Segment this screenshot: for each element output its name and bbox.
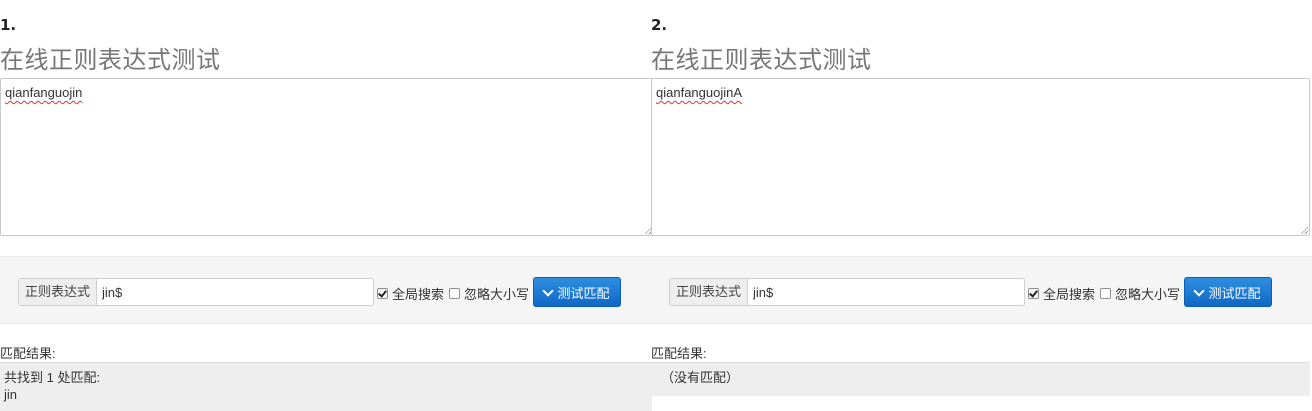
regex-input-group: 正则表达式 (18, 278, 374, 306)
panel-number: 1. (0, 16, 17, 34)
regex-input[interactable] (97, 279, 373, 305)
regex-label: 正则表达式 (19, 279, 98, 305)
result-summary: 共找到 1 处匹配: (4, 370, 101, 385)
page-title: 在线正则表达式测试 (651, 46, 872, 74)
result-match: jin (4, 387, 18, 402)
regex-label: 正则表达式 (670, 279, 749, 305)
test-match-button[interactable]: 测试匹配 (533, 277, 621, 307)
regex-input-group: 正则表达式 (669, 278, 1025, 306)
global-search-label: 全局搜索 (392, 287, 445, 302)
resize-handle-icon[interactable] (1300, 226, 1308, 234)
result-label: 匹配结果: (0, 346, 56, 361)
ignore-case-checkbox[interactable] (1100, 288, 1111, 299)
chevron-down-icon (542, 284, 555, 297)
panel-number: 2. (651, 16, 668, 34)
test-match-button[interactable]: 测试匹配 (1184, 277, 1272, 307)
ignore-case-label: 忽略大小写 (464, 287, 530, 302)
result-box: 共找到 1 处匹配: jin (0, 362, 652, 411)
ignore-case-option[interactable]: 忽略大小写 (1100, 284, 1180, 303)
regex-toolbar: 正则表达式 全局搜索 忽略大小写 测试匹配 (651, 256, 1312, 324)
chevron-down-icon (1193, 284, 1206, 297)
global-search-checkbox[interactable] (1028, 288, 1039, 299)
ignore-case-label: 忽略大小写 (1115, 287, 1181, 302)
global-search-option[interactable]: 全局搜索 (377, 284, 444, 303)
result-box: （没有匹配） (651, 362, 1310, 396)
test-text-area[interactable]: qianfanguojin (0, 78, 652, 236)
page-title: 在线正则表达式测试 (0, 46, 221, 74)
test-match-button-label: 测试匹配 (1208, 285, 1261, 301)
regex-toolbar: 正则表达式 全局搜索 忽略大小写 测试匹配 (0, 256, 652, 324)
regex-tester-panel-2: 2. 在线正则表达式测试 qianfanguojinA 正则表达式 全局搜索 忽… (651, 0, 1312, 411)
test-text: qianfanguojinA (656, 85, 743, 100)
global-search-label: 全局搜索 (1043, 287, 1096, 302)
regex-input[interactable] (748, 279, 1024, 305)
test-match-button-label: 测试匹配 (557, 285, 610, 301)
test-text: qianfanguojin (5, 85, 83, 100)
regex-tester-panel-1: 1. 在线正则表达式测试 qianfanguojin 正则表达式 全局搜索 忽略… (0, 0, 652, 411)
global-search-checkbox[interactable] (377, 288, 388, 299)
result-summary: （没有匹配） (661, 370, 740, 385)
ignore-case-checkbox[interactable] (449, 288, 460, 299)
test-text-area[interactable]: qianfanguojinA (651, 78, 1310, 236)
ignore-case-option[interactable]: 忽略大小写 (449, 284, 529, 303)
global-search-option[interactable]: 全局搜索 (1028, 284, 1095, 303)
result-label: 匹配结果: (651, 346, 707, 361)
